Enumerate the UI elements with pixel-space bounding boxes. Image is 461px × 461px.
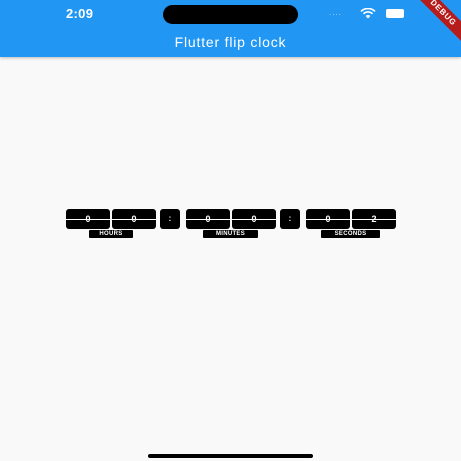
minutes-label: MINUTES [203,230,258,238]
page-title: Flutter flip clock [174,34,287,50]
minutes-digit-tens: 0 [186,209,230,229]
hours-digit-tens: 0 [66,209,110,229]
hours-digit-ones: 0 [112,209,156,229]
seconds-digit-ones: 2 [352,209,396,229]
separator-colon: : [280,209,300,229]
flip-clock: 0 0 : 0 0 : 0 2 [0,209,461,229]
battery-icon [386,9,404,18]
hours-label: HOURS [89,230,133,238]
wifi-icon [360,8,376,19]
home-indicator[interactable] [148,454,313,458]
app-screen: 2:09 .... DEBUG Flutter flip clock 0 0 :… [0,0,461,461]
status-bar-time: 2:09 [66,6,94,21]
dynamic-island [163,5,298,24]
app-bar: 2:09 .... DEBUG Flutter flip clock [0,0,461,57]
seconds-label: SECONDS [321,230,380,238]
separator-colon: : [160,209,180,229]
minutes-digit-ones: 0 [232,209,276,229]
cellular-signal-icon: .... [329,8,342,17]
seconds-digit-tens: 0 [306,209,350,229]
